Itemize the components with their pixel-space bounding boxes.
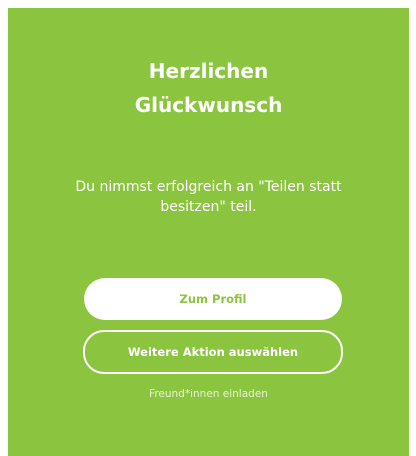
- choose-another-action-button[interactable]: Weitere Aktion auswählen: [83, 330, 343, 374]
- dialog-title-line-1: Herzlichen: [148, 59, 269, 83]
- to-profile-button[interactable]: Zum Profil: [84, 278, 342, 320]
- dialog-title-line-2: Glückwunsch: [134, 93, 283, 117]
- success-message: Du nimmst erfolgreich an "Teilen statt b…: [75, 179, 342, 215]
- invite-friends-link[interactable]: Freund*innen einladen: [8, 388, 409, 400]
- dialog-title: Herzlichen Glückwunsch: [8, 54, 409, 122]
- success-dialog: Herzlichen Glückwunsch Du nimmst erfolgr…: [8, 8, 409, 456]
